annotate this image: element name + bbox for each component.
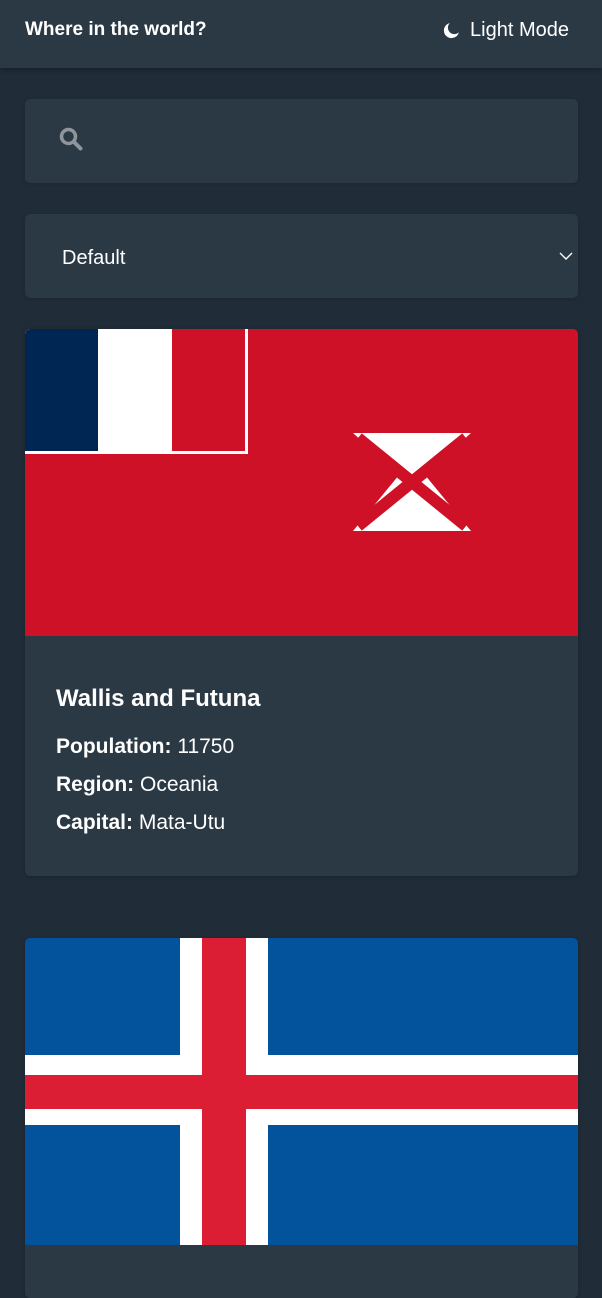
chevron-down-icon xyxy=(558,248,574,264)
search-icon xyxy=(58,126,84,152)
country-card-body: Wallis and Futuna Population: 11750 Regi… xyxy=(56,684,260,848)
search-box[interactable] xyxy=(25,99,578,183)
capital-line: Capital: Mata-Utu xyxy=(56,810,260,836)
region-filter-select[interactable]: Default xyxy=(25,214,578,298)
app-title: Where in the world? xyxy=(25,19,207,40)
iceland-flag xyxy=(25,938,578,1245)
search-input[interactable] xyxy=(105,117,555,165)
population-line: Population: 11750 xyxy=(56,734,260,760)
capital-value: Mata-Utu xyxy=(138,811,226,834)
population-label: Population: xyxy=(56,735,172,758)
country-card[interactable]: Wallis and Futuna Population: 11750 Regi… xyxy=(25,329,578,876)
country-card[interactable] xyxy=(25,938,578,1298)
app-header: Where in the world? Light Mode xyxy=(0,0,602,68)
capital-label: Capital: xyxy=(56,811,134,834)
population-value: 11750 xyxy=(177,735,235,758)
region-filter-value: Default xyxy=(62,247,126,269)
region-value: Oceania xyxy=(140,773,219,796)
theme-toggle-button[interactable]: Light Mode xyxy=(442,17,569,43)
theme-toggle-label: Light Mode xyxy=(470,19,569,41)
moon-icon xyxy=(442,21,461,40)
country-name: Wallis and Futuna xyxy=(56,685,261,712)
wallis-and-futuna-flag xyxy=(25,329,578,636)
region-label: Region: xyxy=(56,773,135,796)
region-line: Region: Oceania xyxy=(56,772,260,798)
